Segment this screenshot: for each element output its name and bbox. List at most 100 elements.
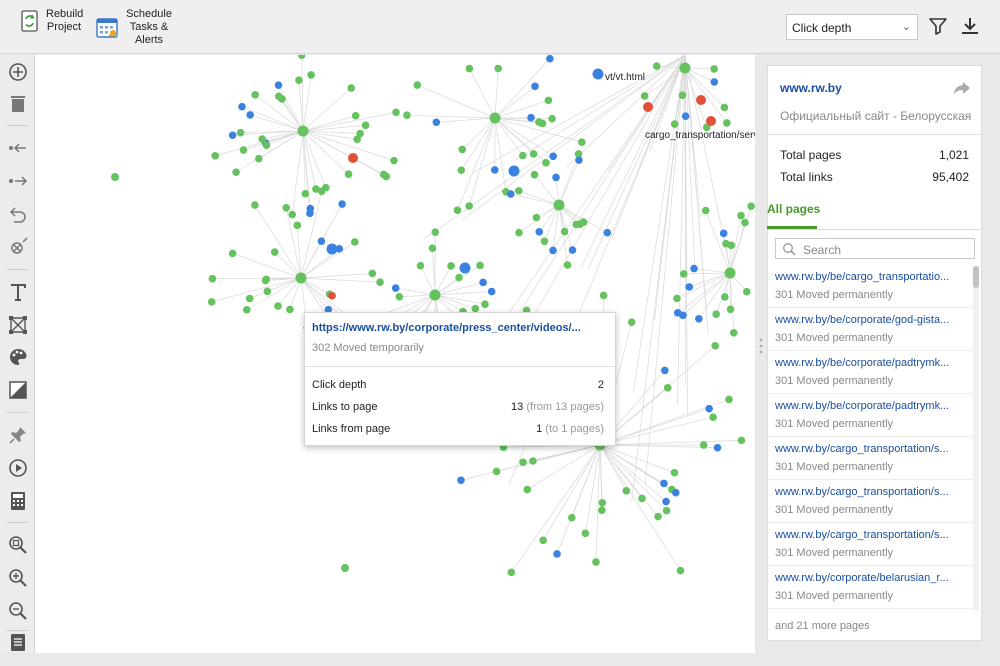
graph-node[interactable] <box>487 287 496 296</box>
graph-node[interactable] <box>527 113 535 122</box>
graph-node[interactable] <box>376 278 384 286</box>
graph-node[interactable] <box>568 246 577 254</box>
graph-node[interactable] <box>643 102 653 112</box>
graph-node[interactable] <box>549 152 557 161</box>
graph-node[interactable] <box>236 128 245 137</box>
graph-node[interactable] <box>737 211 745 220</box>
graph-node[interactable] <box>661 366 669 375</box>
graph-node[interactable] <box>295 272 307 284</box>
graph-node[interactable] <box>351 238 359 246</box>
graph-node[interactable] <box>711 341 720 350</box>
graph-node[interactable] <box>592 558 600 566</box>
tab-all-pages[interactable]: All pages <box>767 202 820 216</box>
zoom-fit-button[interactable] <box>7 534 29 556</box>
graph-node[interactable] <box>719 229 728 238</box>
graph-node[interactable] <box>416 261 425 270</box>
graph-node[interactable] <box>725 395 733 404</box>
graph-node[interactable] <box>671 488 680 497</box>
search-input[interactable]: Search <box>775 238 975 259</box>
graph-node[interactable] <box>706 116 716 126</box>
graph-node[interactable] <box>553 550 561 558</box>
list-item[interactable]: www.rw.by/be/cargo_transportatio... 301 M… <box>768 265 973 308</box>
graph-node[interactable] <box>662 497 670 506</box>
graph-node[interactable] <box>726 305 735 314</box>
graph-node[interactable] <box>741 218 749 227</box>
graph-node[interactable] <box>696 95 706 105</box>
graph-node[interactable] <box>293 221 302 230</box>
incoming-links-button[interactable] <box>7 137 29 159</box>
graph-node[interactable] <box>228 131 237 140</box>
graph-node[interactable] <box>270 248 279 256</box>
graph-node[interactable] <box>432 118 441 127</box>
graph-node[interactable] <box>263 287 272 296</box>
graph-node[interactable] <box>208 274 217 283</box>
graph-node[interactable] <box>530 170 539 179</box>
graph-node[interactable] <box>679 270 688 278</box>
graph-node[interactable] <box>742 287 751 296</box>
graph-node[interactable] <box>306 209 314 218</box>
delete-button[interactable] <box>7 93 29 115</box>
graph-node[interactable] <box>246 111 254 119</box>
page-url[interactable]: www.rw.by/corporate/belarusian_r... <box>775 572 960 584</box>
graph-node[interactable] <box>507 190 515 198</box>
share-icon[interactable] <box>953 80 971 96</box>
graph-node[interactable] <box>695 315 703 323</box>
graph-node[interactable] <box>592 68 604 80</box>
graph-layout-button[interactable] <box>7 314 29 336</box>
graph-node[interactable] <box>492 467 501 476</box>
graph-node[interactable] <box>447 262 455 270</box>
graph-node[interactable] <box>392 108 400 117</box>
graph-node[interactable] <box>638 494 646 503</box>
graph-node[interactable] <box>729 328 738 337</box>
graph-node[interactable] <box>652 62 661 70</box>
graph-node[interactable] <box>431 228 440 236</box>
graph-node[interactable] <box>679 62 691 74</box>
graph-node[interactable] <box>515 228 523 237</box>
graph-node[interactable] <box>576 220 584 229</box>
graph-node[interactable] <box>713 443 722 452</box>
graph-node[interactable] <box>391 284 400 292</box>
graph-node[interactable] <box>207 298 216 306</box>
graph-node[interactable] <box>670 120 679 128</box>
graph-node[interactable] <box>326 243 338 255</box>
graph-node[interactable] <box>599 291 608 300</box>
graph-node[interactable] <box>317 237 326 245</box>
play-button[interactable] <box>7 457 29 479</box>
graph-node[interactable] <box>286 305 294 314</box>
graph-node[interactable] <box>720 103 729 112</box>
scrollbar-thumb[interactable] <box>973 266 979 288</box>
list-scrollbar[interactable] <box>973 266 979 611</box>
graph-node[interactable] <box>489 112 501 124</box>
graph-node[interactable] <box>662 506 671 515</box>
graph-node[interactable] <box>341 564 349 572</box>
graph-node[interactable] <box>251 201 259 209</box>
text-tool-button[interactable] <box>7 281 29 303</box>
graph-node[interactable] <box>428 244 437 253</box>
graph-node[interactable] <box>403 111 411 120</box>
graph-node[interactable] <box>274 81 283 90</box>
graph-node[interactable] <box>295 76 303 84</box>
graph-node[interactable] <box>563 261 572 269</box>
graph-node[interactable] <box>529 457 537 465</box>
graph-node[interactable] <box>453 206 462 215</box>
schedule-tasks-button[interactable]: Schedule Tasks & Alerts <box>96 8 172 47</box>
list-view-button[interactable] <box>7 631 29 653</box>
graph-node[interactable] <box>494 64 503 73</box>
graph-node[interactable] <box>710 78 719 86</box>
graph-node[interactable] <box>523 485 532 494</box>
panel-splitter[interactable] <box>755 55 767 653</box>
graph-node[interactable] <box>239 146 248 154</box>
graph-node[interactable] <box>261 276 270 285</box>
graph-node[interactable] <box>347 84 355 92</box>
colors-button[interactable] <box>7 346 29 368</box>
graph-node[interactable] <box>459 262 471 274</box>
graph-node[interactable] <box>481 300 489 308</box>
graph-node[interactable] <box>274 92 283 101</box>
graph-node[interactable] <box>721 293 729 301</box>
graph-node[interactable] <box>542 158 550 167</box>
graph-node[interactable] <box>727 241 736 250</box>
graph-node[interactable] <box>282 203 291 212</box>
graph-node[interactable] <box>519 151 527 160</box>
graph-node[interactable] <box>705 404 713 413</box>
list-item[interactable]: www.rw.by/cargo_transportation/s... 301 M… <box>768 437 973 480</box>
